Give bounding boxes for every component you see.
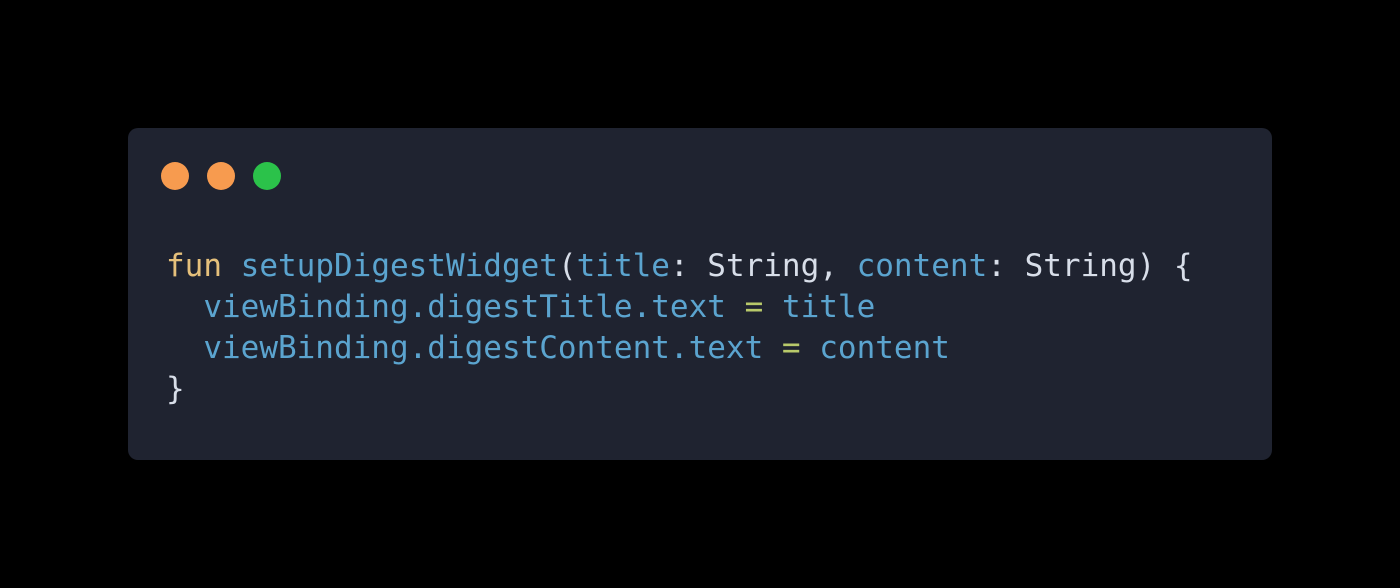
type-string: String xyxy=(707,248,820,284)
assign-operator: = xyxy=(744,289,764,325)
code-line-4: } xyxy=(166,369,1193,410)
close-dot-icon[interactable] xyxy=(161,162,189,190)
comma: , xyxy=(819,248,857,284)
open-brace: { xyxy=(1155,248,1193,284)
close-paren: ) xyxy=(1136,248,1156,284)
assign-operator: = xyxy=(781,330,801,366)
maximize-dot-icon[interactable] xyxy=(253,162,281,190)
assignment-value: title xyxy=(781,289,876,325)
keyword-fun: fun xyxy=(166,248,222,284)
code-block: fun setupDigestWidget(title: String, con… xyxy=(166,246,1193,410)
colon: : xyxy=(987,248,1025,284)
param-content: content xyxy=(856,248,988,284)
close-brace: } xyxy=(166,371,185,407)
assignment-target: viewBinding.digestContent.text xyxy=(203,330,764,366)
window-controls xyxy=(161,162,281,190)
assignment-value: content xyxy=(819,330,950,366)
function-name: setupDigestWidget xyxy=(240,248,558,284)
open-paren: ( xyxy=(557,248,577,284)
colon: : xyxy=(669,248,708,284)
code-line-3: viewBinding.digestContent.text = content xyxy=(166,328,1193,369)
assignment-target: viewBinding.digestTitle.text xyxy=(203,289,726,325)
minimize-dot-icon[interactable] xyxy=(207,162,235,190)
code-line-1: fun setupDigestWidget(title: String, con… xyxy=(166,246,1193,287)
code-line-2: viewBinding.digestTitle.text = title xyxy=(166,287,1193,328)
type-string: String xyxy=(1024,248,1137,284)
code-window: fun setupDigestWidget(title: String, con… xyxy=(128,128,1272,460)
param-title: title xyxy=(576,248,670,284)
